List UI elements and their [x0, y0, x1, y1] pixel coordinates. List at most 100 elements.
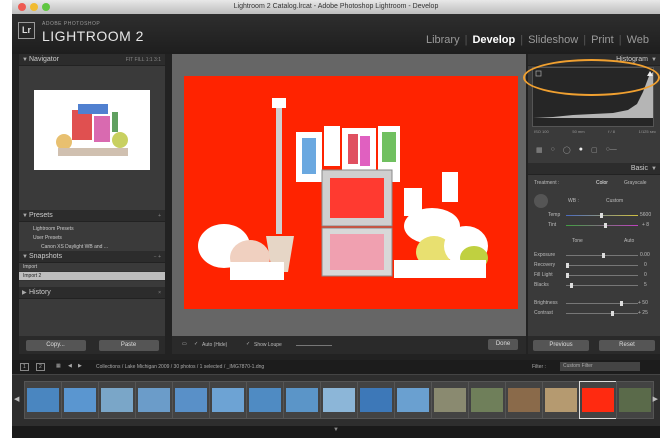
- fill-light-value[interactable]: 0: [644, 272, 647, 278]
- filmstrip-thumbnail[interactable]: [61, 381, 99, 419]
- temp-slider[interactable]: [566, 213, 638, 218]
- thumbnail-image: [249, 388, 281, 412]
- navigator-preview[interactable]: [34, 90, 150, 170]
- chevron-down-icon[interactable]: ▼: [333, 427, 339, 433]
- preset-item[interactable]: Canon XS Daylight WB and ...: [19, 242, 165, 251]
- filmstrip-thumbnail[interactable]: [542, 381, 580, 419]
- temp-value[interactable]: 5600: [640, 212, 651, 218]
- module-develop[interactable]: Develop: [467, 34, 520, 46]
- filmstrip-thumbnail[interactable]: [98, 381, 136, 419]
- show-loupe-checkbox[interactable]: ✓: [246, 341, 250, 347]
- treatment-grayscale[interactable]: Grayscale: [624, 180, 647, 186]
- treatment-color[interactable]: Color: [596, 180, 608, 186]
- module-slideshow[interactable]: Slideshow: [523, 34, 583, 46]
- exposure-slider[interactable]: [566, 253, 638, 258]
- filmstrip-scroll-left-icon[interactable]: ◀: [14, 395, 19, 403]
- zoom-window-button[interactable]: [42, 3, 50, 11]
- snapshot-item-selected[interactable]: Import 2: [19, 272, 165, 281]
- filmstrip-thumbnail[interactable]: [246, 381, 284, 419]
- brightness-slider[interactable]: [566, 301, 638, 306]
- blacks-slider[interactable]: [566, 283, 638, 288]
- filmstrip-thumbnail[interactable]: [431, 381, 469, 419]
- filter-dropdown[interactable]: Custom Filter: [560, 362, 640, 371]
- module-library[interactable]: Library: [421, 34, 465, 46]
- zoom-slider[interactable]: [296, 345, 332, 346]
- filmstrip-thumbnail[interactable]: [135, 381, 173, 419]
- filmstrip-source-path[interactable]: Collections / Lake Michigan 2009 / 30 ph…: [96, 364, 264, 370]
- blacks-label: Blacks: [534, 282, 549, 288]
- reset-button[interactable]: Reset: [599, 339, 655, 351]
- filmstrip-scroll-right-icon[interactable]: ▶: [653, 395, 658, 403]
- filmstrip-thumbnail[interactable]: [394, 381, 432, 419]
- bottom-panel-toggle[interactable]: ▼: [12, 426, 660, 438]
- brush-slider-icon[interactable]: ○—: [606, 146, 617, 154]
- filmstrip-thumbnail[interactable]: [320, 381, 358, 419]
- filmstrip-thumbnail[interactable]: [172, 381, 210, 419]
- recovery-value[interactable]: 0: [644, 262, 647, 268]
- preset-folder[interactable]: Lightroom Presets: [19, 224, 165, 233]
- snapshot-item[interactable]: Import: [19, 263, 165, 272]
- wb-dropdown[interactable]: Custom: [606, 198, 623, 204]
- module-print[interactable]: Print: [586, 34, 619, 46]
- back-arrow-icon[interactable]: ◀: [68, 363, 72, 369]
- zoom-options[interactable]: FIT FILL 1:1 3:1: [126, 54, 161, 66]
- copy-button[interactable]: Copy...: [25, 339, 86, 351]
- minimize-window-button[interactable]: [30, 3, 38, 11]
- contrast-slider[interactable]: [566, 311, 638, 316]
- spot-removal-icon[interactable]: ○: [551, 146, 555, 154]
- grid-view-icon[interactable]: ▦: [56, 363, 61, 369]
- clear-history-icon[interactable]: ×: [158, 287, 161, 299]
- close-window-button[interactable]: [18, 3, 26, 11]
- fill-light-label: Fill Light: [534, 272, 553, 278]
- develop-toolbar: ▭ ✓ Auto (Hide) ✓ Show Loupe Done: [172, 336, 526, 354]
- navigator-header[interactable]: ▼ Navigator FIT FILL 1:1 3:1: [19, 54, 165, 66]
- wb-eyedropper-icon[interactable]: [534, 194, 548, 208]
- contrast-value[interactable]: + 25: [638, 310, 648, 316]
- page-button-2[interactable]: 2: [36, 363, 45, 371]
- expand-triangle-icon: ▶: [22, 290, 27, 296]
- basic-header[interactable]: Basic ▼: [528, 163, 660, 175]
- presets-header[interactable]: ▼ Presets +: [19, 210, 165, 222]
- red-eye-icon[interactable]: ◯: [563, 146, 571, 154]
- previous-button[interactable]: Previous: [533, 339, 589, 351]
- page-button-1[interactable]: 1: [20, 363, 29, 371]
- forward-arrow-icon[interactable]: ▶: [78, 363, 82, 369]
- module-web[interactable]: Web: [622, 34, 654, 46]
- tint-slider[interactable]: [566, 223, 638, 228]
- filmstrip-thumbnail[interactable]: [24, 381, 62, 419]
- recovery-slider[interactable]: [566, 263, 638, 268]
- exposure-value[interactable]: 0.00: [640, 252, 650, 258]
- done-button[interactable]: Done: [488, 339, 518, 350]
- fill-light-slider[interactable]: [566, 273, 638, 278]
- filmstrip-thumbnail[interactable]: [283, 381, 321, 419]
- show-loupe-label: Show Loupe: [254, 342, 282, 348]
- filmstrip-thumbnail[interactable]: [616, 381, 654, 419]
- histogram-info: ISO 100 50 mm f / 8 1/125 sec: [534, 129, 656, 134]
- filmstrip: ◀ ▶: [12, 374, 660, 426]
- tone-auto-button[interactable]: Auto: [624, 238, 634, 244]
- brand-name: LIGHTROOM 2: [42, 28, 144, 44]
- paste-button[interactable]: Paste: [98, 339, 159, 351]
- adjustment-brush-icon[interactable]: ▢: [591, 146, 598, 154]
- photo-subject: [198, 98, 488, 280]
- brightness-value[interactable]: + 50: [638, 300, 648, 306]
- add-preset-icon[interactable]: +: [158, 210, 161, 222]
- filmstrip-thumbnail[interactable]: [357, 381, 395, 419]
- recovery-label: Recovery: [534, 262, 556, 268]
- graduated-filter-icon[interactable]: ●: [579, 146, 583, 154]
- toolbar-view-mode-icon[interactable]: ▭: [182, 341, 187, 347]
- image-view: [172, 54, 526, 336]
- history-header[interactable]: ▶ History ×: [19, 287, 165, 299]
- tint-value[interactable]: + 8: [642, 222, 649, 228]
- snapshots-header[interactable]: ▼ Snapshots − +: [19, 251, 165, 263]
- filmstrip-thumbnail[interactable]: [468, 381, 506, 419]
- photo-preview[interactable]: [184, 76, 518, 309]
- filmstrip-thumbnail[interactable]: [505, 381, 543, 419]
- add-snapshot-icon[interactable]: − +: [154, 251, 161, 263]
- filmstrip-thumbnail[interactable]: [579, 381, 617, 419]
- auto-hide-checkbox[interactable]: ✓: [194, 341, 198, 347]
- filmstrip-thumbnail[interactable]: [209, 381, 247, 419]
- blacks-value[interactable]: 5: [644, 282, 647, 288]
- crop-tool-icon[interactable]: ▦: [536, 146, 543, 154]
- preset-folder[interactable]: User Presets: [19, 233, 165, 242]
